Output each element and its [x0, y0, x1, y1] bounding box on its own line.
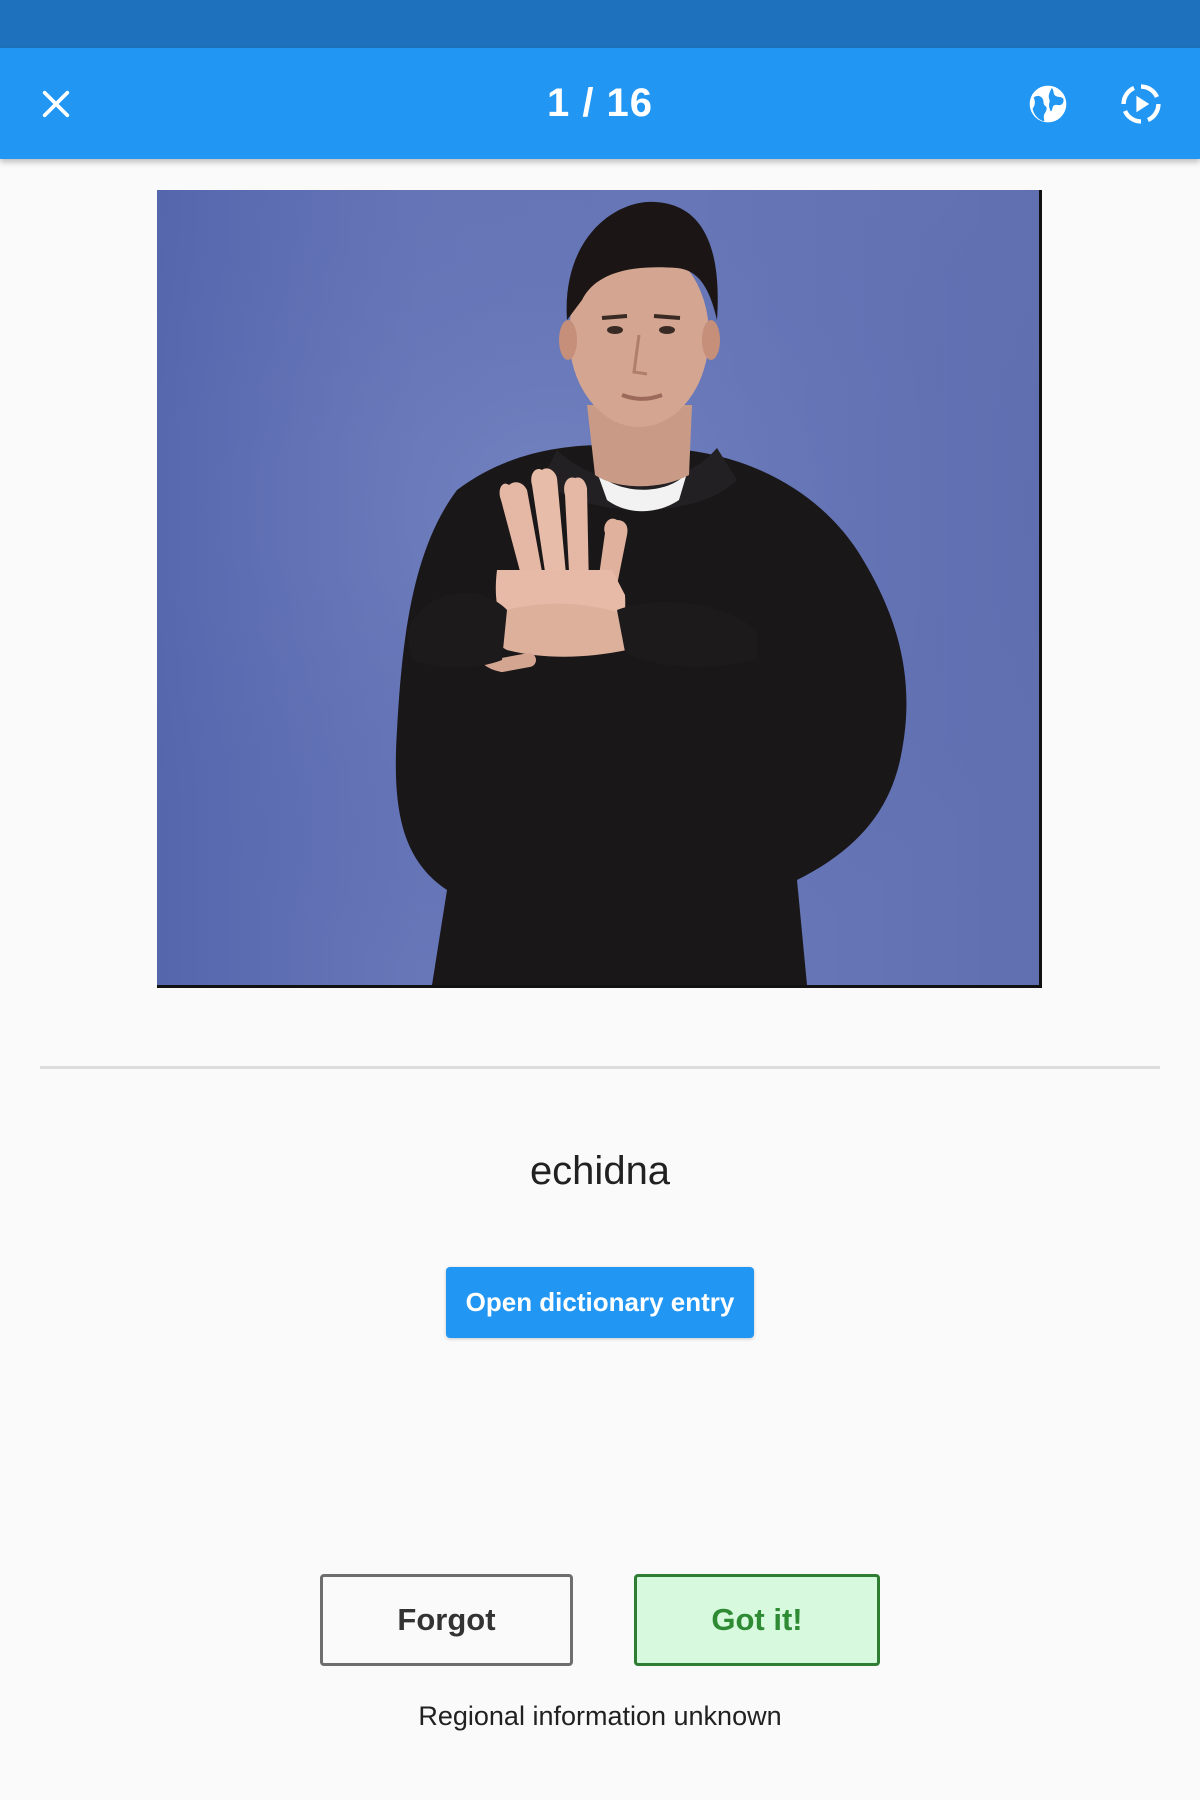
open-dictionary-entry-button[interactable]: Open dictionary entry: [446, 1267, 754, 1338]
app-bar: 1 / 16: [0, 48, 1200, 159]
close-icon: [42, 90, 70, 118]
got-it-button[interactable]: Got it!: [634, 1574, 880, 1666]
card-counter: 1 / 16: [546, 81, 654, 125]
globe-icon: [1029, 85, 1067, 123]
forgot-button[interactable]: Forgot: [320, 1574, 573, 1666]
autoplay-icon: [1121, 84, 1161, 124]
sign-video[interactable]: [157, 190, 1042, 988]
status-bar: [0, 0, 1200, 48]
region-button[interactable]: [1014, 70, 1082, 138]
regional-info-text: Regional information unknown: [418, 1701, 782, 1731]
autoplay-button[interactable]: [1107, 70, 1175, 138]
sign-word: echidna: [529, 1149, 671, 1193]
divider: [40, 1066, 1160, 1069]
signer-figure: [157, 190, 1039, 985]
close-button[interactable]: [22, 70, 90, 138]
